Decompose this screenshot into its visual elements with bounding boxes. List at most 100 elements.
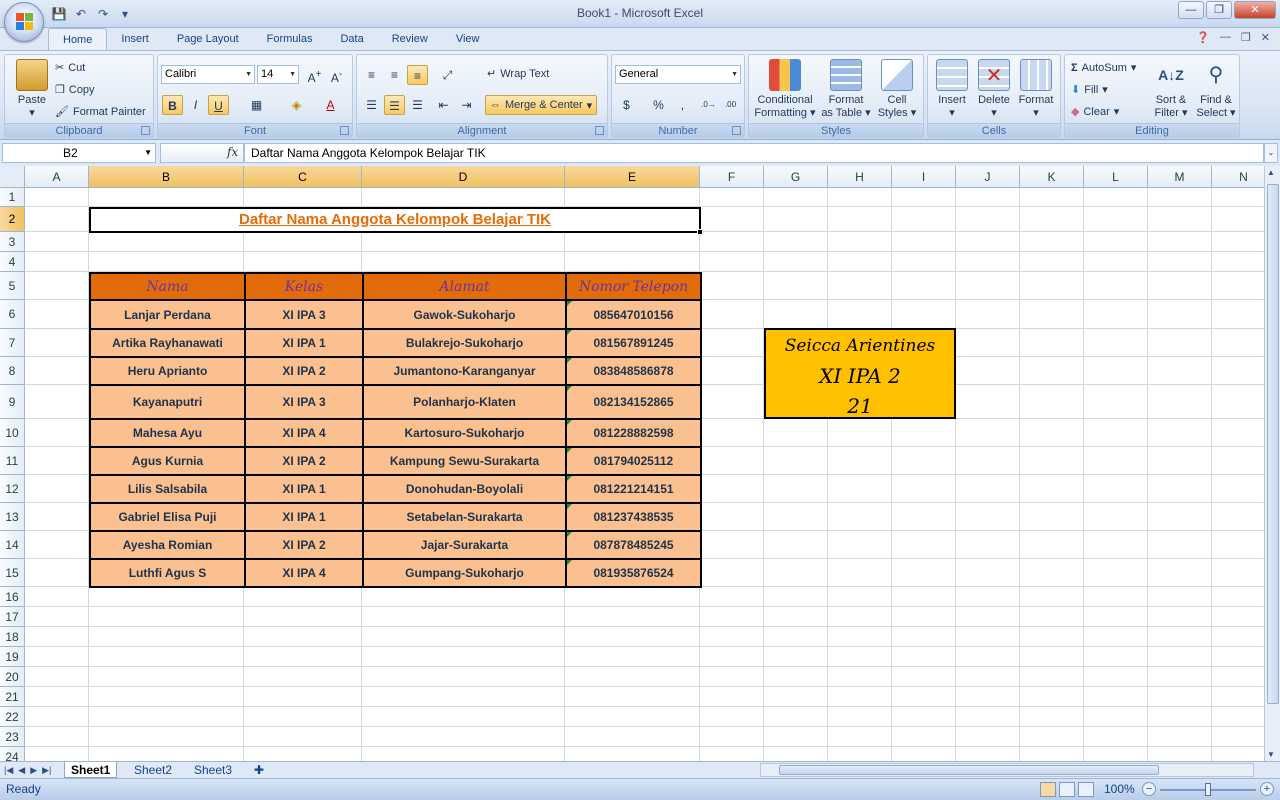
next-sheet-icon[interactable]: ▶ (30, 762, 37, 778)
page-break-view-icon[interactable] (1078, 782, 1094, 797)
table-cell[interactable]: Ayesha Romian (89, 530, 246, 560)
table-cell[interactable]: XI IPA 1 (244, 502, 364, 532)
bold-button[interactable]: B (162, 95, 183, 115)
table-header-cell[interactable]: Nomor Telepon (565, 272, 702, 301)
row-header[interactable]: 4 (0, 252, 25, 272)
table-cell[interactable]: 081935876524 (565, 558, 702, 588)
align-right-icon[interactable]: ☰ (407, 95, 428, 115)
column-header[interactable]: K (1020, 166, 1084, 188)
table-cell[interactable]: 081794025112 (565, 446, 702, 476)
sort-filter-button[interactable]: A↓Z Sort & Filter ▾ (1151, 59, 1191, 120)
zoom-out-icon[interactable]: − (1142, 782, 1156, 796)
conditional-formatting-button[interactable]: Conditional Formatting ▾ (753, 59, 817, 120)
scroll-up-icon[interactable]: ▲ (1267, 168, 1275, 177)
horizontal-scroll-thumb[interactable] (779, 765, 1159, 775)
borders-button[interactable]: ▦ (246, 95, 267, 115)
clipboard-launcher-icon[interactable] (141, 126, 150, 135)
column-header[interactable]: L (1084, 166, 1148, 188)
font-launcher-icon[interactable] (340, 126, 349, 135)
wrap-text-button[interactable]: ↵ Wrap Text (487, 67, 549, 81)
table-cell[interactable]: Gumpang-Sukoharjo (362, 558, 567, 588)
vertical-scrollbar[interactable]: ▲ ▼ (1264, 166, 1280, 761)
table-cell[interactable]: XI IPA 1 (244, 474, 364, 504)
percent-icon[interactable]: % (648, 95, 669, 115)
grow-font-button[interactable]: A+ (304, 65, 325, 85)
table-cell[interactable]: Polanharjo-Klaten (362, 384, 567, 420)
merge-center-button[interactable]: ⇔ Merge & Center ▾ (485, 95, 598, 115)
decrease-decimal-icon[interactable]: .00 (720, 95, 741, 115)
row-header[interactable]: 20 (0, 667, 25, 687)
table-cell[interactable]: XI IPA 4 (244, 418, 364, 448)
sheet-tab-sheet1[interactable]: Sheet1 (64, 762, 118, 778)
tab-page-layout[interactable]: Page Layout (163, 28, 253, 50)
normal-view-icon[interactable] (1040, 782, 1056, 797)
expand-formula-icon[interactable]: ⌄ (1264, 143, 1278, 163)
row-header[interactable]: 5 (0, 272, 25, 300)
page-layout-view-icon[interactable] (1059, 782, 1075, 797)
table-cell[interactable]: XI IPA 2 (244, 530, 364, 560)
prev-sheet-icon[interactable]: ◀ (18, 762, 25, 778)
cut-button[interactable]: ✂ Cut (55, 61, 85, 75)
paste-button[interactable]: Paste ▾ (11, 59, 53, 120)
shrink-font-button[interactable]: A- (326, 65, 347, 85)
table-cell[interactable]: Heru Aprianto (89, 356, 246, 386)
column-header[interactable]: H (828, 166, 892, 188)
sheet-title-cell[interactable]: Daftar Nama Anggota Kelompok Belajar TIK (89, 207, 703, 235)
row-header[interactable]: 18 (0, 627, 25, 647)
fill-handle[interactable] (697, 229, 703, 235)
italic-button[interactable]: I (185, 95, 206, 115)
horizontal-scrollbar[interactable] (760, 763, 1254, 777)
column-header[interactable]: M (1148, 166, 1212, 188)
close-button[interactable]: ✕ (1234, 1, 1276, 19)
tab-home[interactable]: Home (48, 28, 108, 50)
align-bottom-icon[interactable]: ≡ (407, 65, 428, 85)
table-cell[interactable]: 082134152865 (565, 384, 702, 420)
table-cell[interactable]: 085647010156 (565, 299, 702, 330)
table-header-cell[interactable]: Kelas (244, 272, 364, 301)
sheet-tab-sheet3[interactable]: Sheet3 (188, 762, 238, 778)
fill-button[interactable]: ⬇ Fill ▾ (1071, 83, 1108, 97)
formula-input[interactable]: Daftar Nama Anggota Kelompok Belajar TIK (244, 143, 1264, 163)
zoom-in-icon[interactable]: + (1260, 782, 1274, 796)
table-cell[interactable]: XI IPA 3 (244, 384, 364, 420)
tab-review[interactable]: Review (378, 28, 442, 50)
table-cell[interactable]: 087878485245 (565, 530, 702, 560)
align-center-icon[interactable]: ☰ (384, 95, 405, 115)
font-size-select[interactable]: 14 ▼ (257, 65, 299, 84)
column-header[interactable]: N (1212, 166, 1264, 188)
name-box[interactable]: B2 ▼ (2, 143, 156, 163)
column-header[interactable]: F (700, 166, 764, 188)
align-middle-icon[interactable]: ≡ (384, 65, 405, 85)
ribbon-close-icon[interactable]: ✕ (1261, 31, 1270, 44)
delete-cells-button[interactable]: ✕ Delete ▾ (974, 59, 1014, 120)
row-header[interactable]: 15 (0, 559, 25, 587)
row-header[interactable]: 1 (0, 188, 25, 207)
table-cell[interactable]: Lanjar Perdana (89, 299, 246, 330)
first-sheet-icon[interactable]: |◀ (4, 762, 13, 778)
name-box-dropdown-icon[interactable]: ▼ (144, 144, 152, 162)
ribbon-minimize-icon[interactable]: — (1220, 31, 1231, 44)
tab-formulas[interactable]: Formulas (253, 28, 327, 50)
table-cell[interactable]: 081221214151 (565, 474, 702, 504)
table-cell[interactable]: Gabriel Elisa Puji (89, 502, 246, 532)
table-cell[interactable]: Gawok-Sukoharjo (362, 299, 567, 330)
format-painter-button[interactable]: 🖌 Format Painter (55, 105, 146, 119)
table-cell[interactable]: Mahesa Ayu (89, 418, 246, 448)
table-header-cell[interactable]: Nama (89, 272, 246, 301)
row-header[interactable]: 10 (0, 419, 25, 447)
number-launcher-icon[interactable] (732, 126, 741, 135)
zoom-slider-knob[interactable] (1205, 783, 1211, 796)
number-format-select[interactable]: General ▼ (615, 65, 741, 84)
table-cell[interactable]: Jajar-Surakarta (362, 530, 567, 560)
row-header[interactable]: 24 (0, 747, 25, 761)
insert-sheet-icon[interactable]: ✚ (248, 762, 270, 778)
column-header[interactable]: A (25, 166, 89, 188)
row-header[interactable]: 6 (0, 300, 25, 329)
table-cell[interactable]: Bulakrejo-Sukoharjo (362, 328, 567, 358)
row-header[interactable]: 22 (0, 707, 25, 727)
column-header[interactable]: G (764, 166, 828, 188)
help-icon[interactable]: ❓ (1196, 31, 1210, 44)
row-header[interactable]: 17 (0, 607, 25, 627)
table-cell[interactable]: Agus Kurnia (89, 446, 246, 476)
insert-function-icon[interactable]: fx (227, 145, 238, 159)
